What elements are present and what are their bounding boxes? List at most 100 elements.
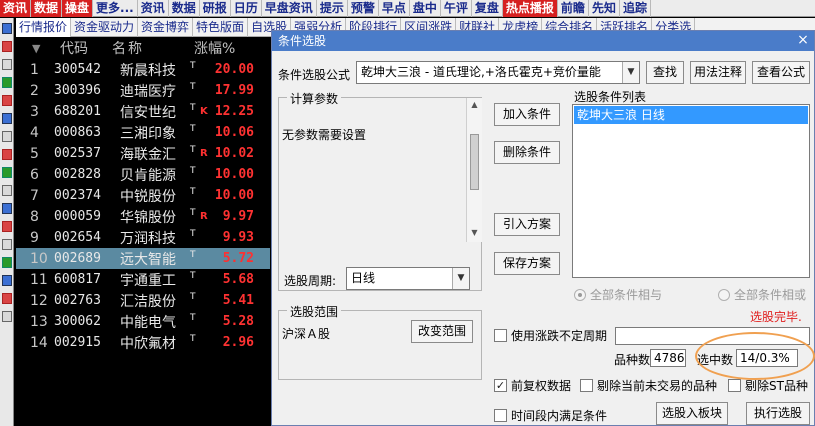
fq-checkbox[interactable]: ✓ 前复权数据 xyxy=(494,377,571,394)
status-text: 选股完毕. xyxy=(750,310,802,324)
sort-arrow[interactable]: ▼ xyxy=(16,42,46,55)
find-button[interactable]: 查找 xyxy=(646,61,684,84)
table-row[interactable]: 10 002689 远大智能 T 5.72 xyxy=(16,248,270,269)
table-icon[interactable] xyxy=(2,131,12,142)
tool-icon[interactable] xyxy=(2,275,12,286)
scroll-up-icon[interactable]: ▲ xyxy=(467,98,482,112)
table-row[interactable]: 11 600817 宇通重工 T 5.68 xyxy=(16,269,270,290)
period-select[interactable]: 日线 ▼ xyxy=(346,267,470,290)
top-menu-item[interactable]: 日历 xyxy=(231,0,262,17)
top-menu-item[interactable]: 更多... xyxy=(93,0,138,17)
top-menu-item[interactable]: 先知 xyxy=(589,0,620,17)
top-menu-item[interactable]: 数据 xyxy=(31,0,63,17)
top-menu-item[interactable]: 热点播报 xyxy=(502,0,558,17)
table-row[interactable]: 2 300396 迪瑞医疗 T 17.99 xyxy=(16,80,270,101)
import-plan-button[interactable]: 引入方案 xyxy=(494,213,560,236)
news-icon[interactable] xyxy=(2,185,12,196)
header-name[interactable]: 称 xyxy=(128,38,188,58)
close-icon[interactable]: × xyxy=(796,33,810,47)
top-menu-item[interactable]: 追踪 xyxy=(620,0,651,17)
table-row[interactable]: 7 002374 中锐股份 T 10.00 xyxy=(16,185,270,206)
stock-name: 中锐股份 xyxy=(120,188,176,205)
chevron-down-icon[interactable]: ▼ xyxy=(622,62,639,83)
table-row[interactable]: 8 000059 华锦股份 T R 9.97 xyxy=(16,206,270,227)
scroll-down-icon[interactable]: ▼ xyxy=(467,226,482,240)
list-icon[interactable] xyxy=(2,59,12,70)
hot-icon[interactable] xyxy=(2,149,12,160)
use-period-checkbox[interactable]: 使用涨跌不定周期 xyxy=(494,327,607,344)
table-row[interactable]: 12 002763 汇洁股份 T 5.41 xyxy=(16,290,270,311)
period-range-field[interactable] xyxy=(615,327,810,345)
range-title: 选股范围 xyxy=(287,303,342,320)
scroll-thumb[interactable] xyxy=(470,134,479,190)
to-block-button[interactable]: 选股入板块 xyxy=(656,402,728,425)
header-code[interactable]: 代码 xyxy=(46,38,106,58)
top-menu-item[interactable]: 早盘资讯 xyxy=(262,0,317,17)
top-menu-item[interactable]: 资讯 xyxy=(0,0,32,17)
delete-condition-button[interactable]: 删除条件 xyxy=(494,141,560,164)
top-menu-item[interactable]: 资讯 xyxy=(138,0,169,17)
change-pct: 10.06 xyxy=(214,125,254,140)
view-formula-button[interactable]: 查看公式 xyxy=(752,61,810,84)
top-menu-item[interactable]: 复盘 xyxy=(472,0,503,17)
top-menu-item[interactable]: 早点 xyxy=(379,0,410,17)
save-plan-button[interactable]: 保存方案 xyxy=(494,252,560,275)
top-menu-item[interactable]: 操盘 xyxy=(62,0,94,17)
all-or-radio[interactable]: 全部条件相或 xyxy=(718,286,806,303)
table-row[interactable]: 6 002828 贝肯能源 T 10.00 xyxy=(16,164,270,185)
top-menu-item[interactable]: 前瞻 xyxy=(558,0,589,17)
header-name-prefix[interactable]: 名 xyxy=(106,38,128,58)
star-icon[interactable] xyxy=(2,293,12,304)
condition-list[interactable]: 乾坤大三浪 日线 xyxy=(572,104,810,278)
filter-icon[interactable] xyxy=(2,203,12,214)
row-index: 2 xyxy=(30,82,39,99)
tab-quotes[interactable]: 行情报价 xyxy=(16,18,72,37)
table-row[interactable]: 4 000863 三湘印象 T 10.06 xyxy=(16,122,270,143)
stock-name: 万润科技 xyxy=(120,230,176,247)
exclude-st-checkbox[interactable]: 剔除ST品种 xyxy=(728,377,808,394)
trend-icon[interactable] xyxy=(2,167,12,178)
tab-special[interactable]: 特色版面 xyxy=(193,18,249,37)
no-params-text: 无参数需要设置 xyxy=(282,128,367,142)
usage-button[interactable]: 用法注释 xyxy=(690,61,746,84)
execute-button[interactable]: 执行选股 xyxy=(746,402,810,425)
add-condition-button[interactable]: 加入条件 xyxy=(494,103,560,126)
alert-icon[interactable] xyxy=(2,221,12,232)
exclude-notrade-checkbox[interactable]: 剔除当前未交易的品种 xyxy=(580,377,717,394)
top-menu-item[interactable]: 研报 xyxy=(200,0,231,17)
table-row[interactable]: 14 002915 中欣氟材 T 2.96 xyxy=(16,332,270,353)
top-menu-item[interactable]: 提示 xyxy=(317,0,348,17)
table-row[interactable]: 1 300542 新晨科技 T 20.00 xyxy=(16,59,270,80)
growth-icon[interactable] xyxy=(2,257,12,268)
chevron-down-icon[interactable]: ▼ xyxy=(452,268,469,289)
fund-icon[interactable] xyxy=(2,95,12,106)
params-scrollbar[interactable]: ▲ ▼ xyxy=(466,98,482,242)
condition-list-item[interactable]: 乾坤大三浪 日线 xyxy=(574,106,808,124)
tab-fund-game[interactable]: 资金博弈 xyxy=(138,18,194,37)
row-index: 8 xyxy=(30,208,39,225)
data-icon[interactable] xyxy=(2,239,12,250)
formula-select[interactable]: 乾坤大三浪 - 道氏理论,+洛氏霍克+竞价量能 ▼ xyxy=(356,61,640,84)
top-menu-item[interactable]: 午评 xyxy=(441,0,472,17)
board-icon[interactable] xyxy=(2,113,12,124)
stock-name: 华锦股份 xyxy=(120,209,176,226)
trade-flag: T xyxy=(190,82,196,92)
period-satisfy-checkbox[interactable]: 时间段内满足条件 xyxy=(494,407,607,424)
table-row[interactable]: 9 002654 万润科技 T 9.93 xyxy=(16,227,270,248)
rise-icon[interactable] xyxy=(2,77,12,88)
more-icon[interactable] xyxy=(2,311,12,322)
table-row[interactable]: 3 688201 信安世纪 T K 12.25 xyxy=(16,101,270,122)
top-menu-item[interactable]: 盘中 xyxy=(410,0,441,17)
trade-flag: T xyxy=(190,208,196,218)
checkbox-empty-icon xyxy=(580,379,593,392)
top-menu-item[interactable]: 数据 xyxy=(169,0,200,17)
tab-fund-drive[interactable]: 资金驱动力 xyxy=(71,18,139,37)
change-range-button[interactable]: 改变范围 xyxy=(411,320,473,343)
chart-icon[interactable] xyxy=(2,41,12,52)
top-menu-item[interactable]: 预警 xyxy=(348,0,379,17)
all-and-radio[interactable]: 全部条件相与 xyxy=(574,286,662,303)
quote-icon[interactable] xyxy=(2,23,12,34)
table-row[interactable]: 13 300062 中能电气 T 5.28 xyxy=(16,311,270,332)
header-pct[interactable]: 涨幅% xyxy=(188,38,242,58)
table-row[interactable]: 5 002537 海联金汇 T R 10.02 xyxy=(16,143,270,164)
